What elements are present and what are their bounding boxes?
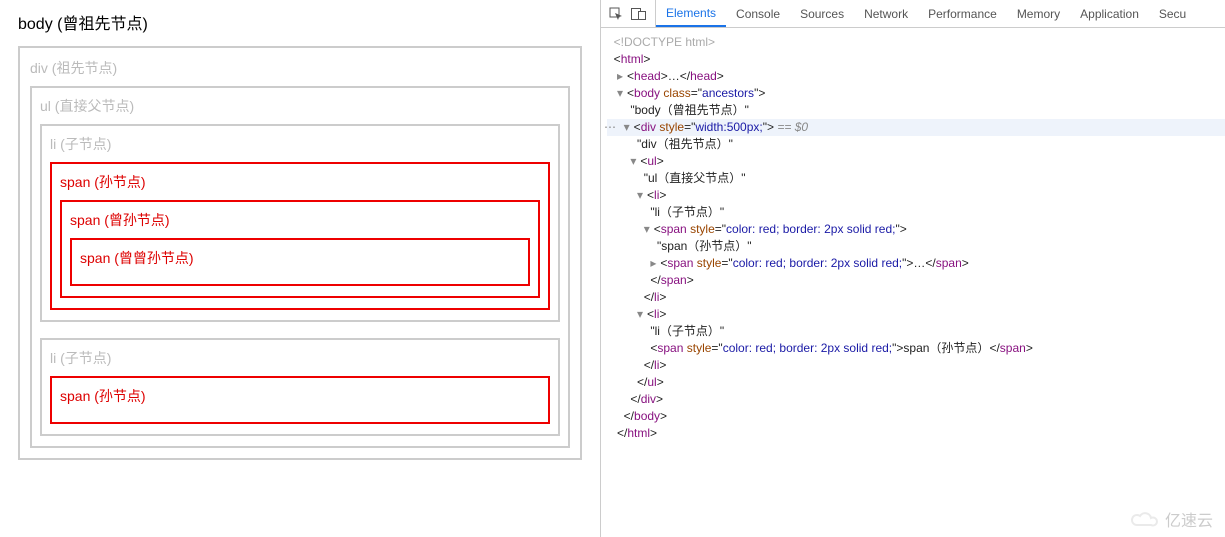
body-close[interactable]: body [634, 409, 660, 423]
span2-node[interactable]: span [667, 256, 693, 270]
li1-text-node[interactable]: "li（子节点）" [650, 205, 724, 219]
ul-node[interactable]: ul [647, 154, 656, 168]
span4-label: span (孙节点) [60, 386, 540, 406]
span2-label: span (曾孙节点) [70, 210, 530, 230]
li1-label: li (子节点) [50, 134, 550, 154]
html-open[interactable]: html [621, 52, 644, 66]
ul-box: ul (直接父节点) li (子节点) span (孙节点) span (曾孙节… [30, 86, 570, 448]
span1-text-node[interactable]: "span（孙节点）" [657, 239, 752, 253]
div-box: div (祖先节点) ul (直接父节点) li (子节点) span (孙节点… [18, 46, 582, 460]
li2-close[interactable]: li [654, 358, 659, 372]
tab-console[interactable]: Console [726, 0, 790, 27]
tab-network[interactable]: Network [854, 0, 918, 27]
devtools-tabbar: Elements Console Sources Network Perform… [601, 0, 1225, 28]
div-text-node[interactable]: "div（祖先节点）" [637, 137, 733, 151]
li2-text-node[interactable]: "li（子节点）" [650, 324, 724, 338]
devtools-panel: Elements Console Sources Network Perform… [600, 0, 1225, 537]
li2-node[interactable]: li [654, 307, 659, 321]
device-toggle-icon[interactable] [631, 7, 647, 21]
li2-box: li (子节点) span (孙节点) [40, 338, 560, 436]
span2-box: span (曾孙节点) span (曾曾孙节点) [60, 200, 540, 298]
span1-label: span (孙节点) [60, 172, 540, 192]
tab-elements[interactable]: Elements [656, 0, 726, 27]
dom-tree[interactable]: <!DOCTYPE html> <html> ▸<head>…</head> ▾… [601, 28, 1225, 537]
span1-box: span (孙节点) span (曾孙节点) span (曾曾孙节点) [50, 162, 550, 310]
ul-label: ul (直接父节点) [40, 96, 560, 116]
ul-text-node[interactable]: "ul（直接父节点）" [644, 171, 746, 185]
div-label: div (祖先节点) [30, 58, 570, 78]
span1-close[interactable]: span [661, 273, 687, 287]
body-label: body (曾祖先节点) [18, 10, 582, 34]
rendered-page: body (曾祖先节点) div (祖先节点) ul (直接父节点) li (子… [0, 0, 600, 537]
span1-node[interactable]: span [661, 222, 687, 236]
li1-close[interactable]: li [654, 290, 659, 304]
tab-sources[interactable]: Sources [790, 0, 854, 27]
html-close[interactable]: html [627, 426, 650, 440]
li2-label: li (子节点) [50, 348, 550, 368]
tab-memory[interactable]: Memory [1007, 0, 1070, 27]
ul-close[interactable]: ul [647, 375, 656, 389]
body-node[interactable]: body [634, 86, 660, 100]
li1-box: li (子节点) span (孙节点) span (曾孙节点) span (曾曾… [40, 124, 560, 322]
div-close[interactable]: div [641, 392, 656, 406]
body-text-node[interactable]: "body（曾祖先节点）" [630, 103, 749, 117]
li1-node[interactable]: li [654, 188, 659, 202]
watermark: 亿速云 [1129, 511, 1213, 531]
span4-node[interactable]: span [657, 341, 683, 355]
selected-dom-node[interactable]: ⋯ ▾<div style="width:500px;"> == $0 [607, 119, 1225, 136]
tab-performance[interactable]: Performance [918, 0, 1007, 27]
span3-label: span (曾曾孙节点) [80, 248, 520, 268]
span3-box: span (曾曾孙节点) [70, 238, 530, 286]
tab-application[interactable]: Application [1070, 0, 1149, 27]
inspect-icon[interactable] [609, 7, 623, 21]
head-node[interactable]: head [634, 69, 661, 83]
doctype-node[interactable]: <!DOCTYPE html> [614, 35, 715, 49]
tab-security[interactable]: Secu [1149, 0, 1196, 27]
span4-box: span (孙节点) [50, 376, 550, 424]
